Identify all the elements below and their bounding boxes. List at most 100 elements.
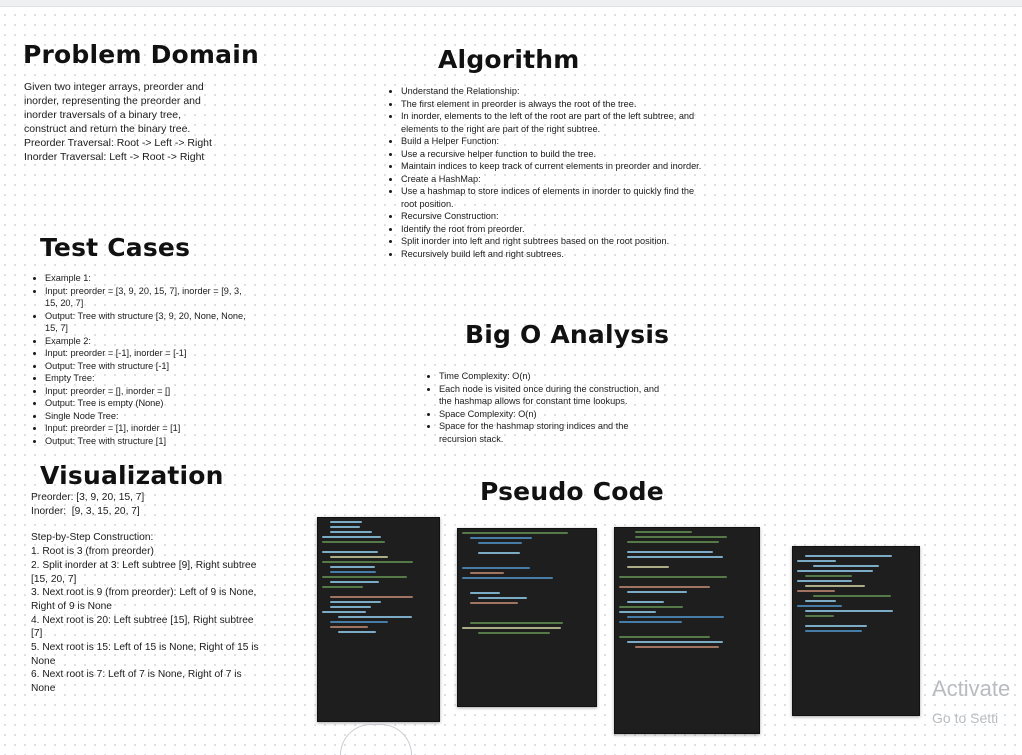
code-line xyxy=(813,565,879,567)
code-line xyxy=(478,542,522,544)
code-line xyxy=(330,606,371,608)
algorithm-item: Build a Helper Function: xyxy=(401,135,711,148)
problem-line: Inorder Traversal: Left -> Root -> Right xyxy=(24,151,205,163)
code-line xyxy=(330,566,375,568)
code-line xyxy=(330,581,379,583)
vis-step: 6. Next root is 7: Left of 7 is None, Ri… xyxy=(31,669,242,695)
code-line xyxy=(470,592,500,594)
code-line xyxy=(797,580,852,582)
code-line xyxy=(462,577,553,579)
algorithm-item: Recursively build left and right subtree… xyxy=(401,248,711,261)
test-case-item: Example 2: xyxy=(45,335,250,348)
code-line xyxy=(627,541,719,543)
code-line xyxy=(322,611,366,613)
problem-line: inorder traversals of a binary tree, xyxy=(24,109,181,121)
code-line xyxy=(462,627,561,629)
test-case-item: Output: Tree is empty (None) xyxy=(45,397,250,410)
code-line xyxy=(462,567,530,569)
test-case-item: Input: preorder = [1], inorder = [1] xyxy=(45,422,250,435)
code-line xyxy=(797,560,836,562)
code-screenshot-3[interactable] xyxy=(614,527,760,734)
code-screenshot-4[interactable] xyxy=(792,546,920,716)
code-line xyxy=(478,552,520,554)
vis-spacer xyxy=(31,518,263,531)
vis-preorder: Preorder: [3, 9, 20, 15, 7] xyxy=(31,492,145,503)
code-line xyxy=(330,596,413,598)
big-o-item: Each node is visited once during the con… xyxy=(439,383,664,408)
code-line xyxy=(330,521,362,523)
code-line xyxy=(813,595,891,597)
code-line xyxy=(805,575,852,577)
code-line xyxy=(330,626,368,628)
vis-step: 2. Split inorder at 3: Left subtree [9],… xyxy=(31,559,257,585)
code-screenshot-1[interactable] xyxy=(317,517,440,722)
algorithm-item: Create a HashMap: xyxy=(401,173,711,186)
algorithm-list: Understand the Relationship: The first e… xyxy=(387,85,711,260)
test-case-item: Output: Tree with structure [-1] xyxy=(45,360,250,373)
code-line xyxy=(478,597,527,599)
algorithm-item: Maintain indices to keep track of curren… xyxy=(401,160,711,173)
activation-watermark-subtitle: Go to Setti xyxy=(932,710,999,726)
test-case-item: Output: Tree with structure [3, 9, 20, N… xyxy=(45,310,250,335)
test-case-item: Output: Tree with structure [1] xyxy=(45,435,250,448)
test-case-item: Input: preorder = [3, 9, 20, 15, 7], ino… xyxy=(45,285,250,310)
code-line xyxy=(797,605,842,607)
code-line xyxy=(627,556,723,558)
problem-line: Given two integer arrays, preorder and xyxy=(24,81,204,93)
code-line xyxy=(338,631,376,633)
algorithm-item: Recursive Construction: xyxy=(401,210,711,223)
test-case-item: Single Node Tree: xyxy=(45,410,250,423)
test-case-item: Input: preorder = [-1], inorder = [-1] xyxy=(45,347,250,360)
code-line xyxy=(322,536,381,538)
test-cases-heading: Test Cases xyxy=(40,233,191,262)
test-case-item: Input: preorder = [], inorder = [] xyxy=(45,385,250,398)
code-line xyxy=(805,600,836,602)
problem-line: inorder, representing the preorder and xyxy=(24,95,201,107)
code-line xyxy=(470,572,504,574)
code-line xyxy=(627,566,669,568)
code-line xyxy=(805,610,893,612)
vis-step: 3. Next root is 9 (from preorder): Left … xyxy=(31,587,257,612)
code-line xyxy=(627,616,724,618)
code-line xyxy=(322,576,407,578)
problem-line: construct and return the binary tree. xyxy=(24,123,191,135)
code-line xyxy=(619,576,727,578)
algorithm-item: In inorder, elements to the left of the … xyxy=(401,110,711,135)
code-line xyxy=(635,536,727,538)
code-line xyxy=(805,625,867,627)
algorithm-item: Identify the root from preorder. xyxy=(401,223,711,236)
algorithm-item: Understand the Relationship: xyxy=(401,85,711,98)
code-line xyxy=(330,621,388,623)
visualization-text: Preorder: [3, 9, 20, 15, 7] Inorder: [9,… xyxy=(31,491,263,696)
vis-step: 1. Root is 3 (from preorder) xyxy=(31,546,154,558)
code-line xyxy=(330,531,372,533)
code-line xyxy=(322,561,413,563)
scroll-handle[interactable] xyxy=(340,724,412,755)
code-line xyxy=(330,571,376,573)
code-line xyxy=(322,541,385,543)
code-line xyxy=(470,602,518,604)
test-case-item: Empty Tree: xyxy=(45,372,250,385)
vis-step: 5. Next root is 15: Left of 15 is None, … xyxy=(31,642,259,667)
code-line xyxy=(619,636,710,638)
pseudo-code-heading: Pseudo Code xyxy=(480,477,664,506)
code-line xyxy=(330,526,360,528)
algorithm-item: Use a hashmap to store indices of elemen… xyxy=(401,185,711,210)
algorithm-item: Use a recursive helper function to build… xyxy=(401,148,711,161)
code-line xyxy=(627,601,664,603)
code-line xyxy=(322,586,363,588)
code-line xyxy=(619,611,656,613)
code-line xyxy=(627,641,723,643)
code-line xyxy=(627,551,713,553)
visualization-heading: Visualization xyxy=(40,461,224,490)
algorithm-item: The first element in preorder is always … xyxy=(401,98,711,111)
code-screenshot-2[interactable] xyxy=(457,528,597,707)
big-o-item: Space Complexity: O(n) xyxy=(439,408,664,421)
test-case-item: Example 1: xyxy=(45,272,250,285)
code-line xyxy=(619,621,682,623)
code-line xyxy=(797,590,835,592)
canvas-top-bar xyxy=(0,0,1022,7)
code-line xyxy=(805,555,892,557)
code-line xyxy=(470,537,532,539)
problem-domain-heading: Problem Domain xyxy=(23,40,260,69)
